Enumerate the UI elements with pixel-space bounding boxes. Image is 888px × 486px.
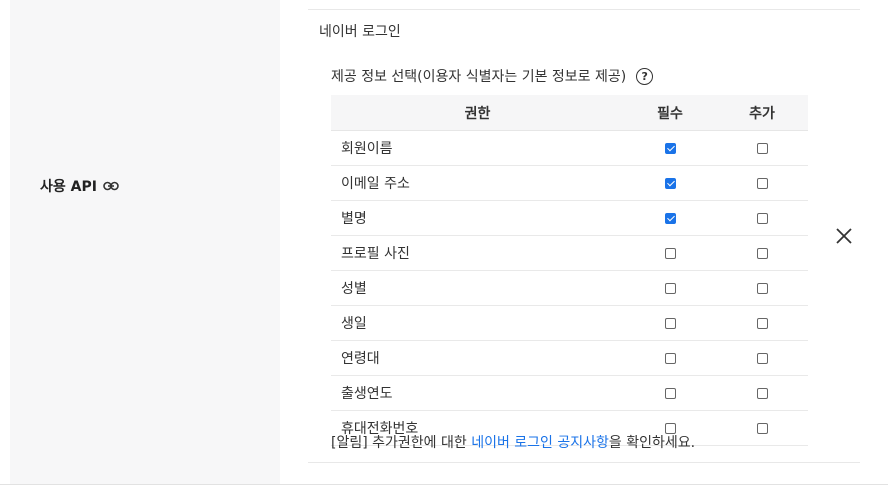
additional-cell: [716, 235, 808, 271]
bottom-divider: [0, 484, 888, 485]
additional-cell: [716, 200, 808, 236]
table-row: 회원이름: [331, 130, 808, 166]
permission-name: 별명: [331, 200, 624, 236]
required-checkbox[interactable]: [664, 352, 676, 364]
top-divider: [308, 9, 860, 10]
required-cell: [624, 200, 716, 236]
permission-name: 연령대: [331, 340, 624, 376]
additional-cell: [716, 270, 808, 306]
required-cell: [624, 235, 716, 271]
additional-cell: [716, 305, 808, 341]
table-row: 프로필 사진: [331, 235, 808, 271]
additional-checkbox[interactable]: [756, 352, 768, 364]
permission-name: 생일: [331, 305, 624, 341]
additional-cell: [716, 130, 808, 166]
additional-checkbox[interactable]: [756, 247, 768, 259]
close-icon[interactable]: [832, 224, 856, 248]
required-cell: [624, 130, 716, 166]
row-label-text: 사용 API: [40, 179, 97, 195]
required-cell: [624, 375, 716, 411]
table-row: 연령대: [331, 340, 808, 376]
required-checkbox[interactable]: [664, 142, 676, 154]
permission-name: 프로필 사진: [331, 235, 624, 271]
additional-checkbox[interactable]: [756, 422, 768, 434]
header-permission: 권한: [331, 95, 624, 131]
permission-name: 이메일 주소: [331, 165, 624, 201]
additional-checkbox[interactable]: [756, 387, 768, 399]
notice-suffix: 을 확인하세요.: [608, 435, 696, 451]
additional-cell: [716, 340, 808, 376]
table-row: 별명: [331, 200, 808, 236]
additional-checkbox[interactable]: [756, 282, 768, 294]
required-cell: [624, 305, 716, 341]
service-title: 네이버 로그인: [319, 24, 401, 40]
table-row: 생일: [331, 305, 808, 341]
table-header-row: 권한 필수 추가: [331, 95, 808, 131]
permission-table: 권한 필수 추가 회원이름 이메일 주소 별명 프로필 사진 성별 생일 연령대 출생연도 휴대…: [331, 95, 808, 446]
help-icon[interactable]: ?: [636, 67, 654, 85]
additional-cell: [716, 410, 808, 446]
additional-checkbox[interactable]: [756, 142, 768, 154]
additional-checkbox[interactable]: [756, 317, 768, 329]
row-label: 사용 API: [40, 176, 119, 196]
required-cell: [624, 165, 716, 201]
link-icon[interactable]: [103, 181, 119, 191]
required-checkbox[interactable]: [664, 247, 676, 259]
section-divider: [308, 462, 860, 463]
table-row: 이메일 주소: [331, 165, 808, 201]
required-checkbox[interactable]: [664, 282, 676, 294]
permission-name: 성별: [331, 270, 624, 306]
required-cell: [624, 270, 716, 306]
required-checkbox[interactable]: [664, 212, 676, 224]
notice-link[interactable]: 네이버 로그인 공지사항: [471, 435, 609, 451]
header-required: 필수: [624, 95, 716, 131]
permission-name: 출생연도: [331, 375, 624, 411]
required-checkbox[interactable]: [664, 387, 676, 399]
info-text: 제공 정보 선택(이용자 식별자는 기본 정보로 제공): [331, 69, 627, 85]
additional-cell: [716, 165, 808, 201]
required-checkbox[interactable]: [664, 317, 676, 329]
table-row: 출생연도: [331, 375, 808, 411]
notice-text: [알림] 추가권한에 대한 네이버 로그인 공지사항을 확인하세요.: [331, 432, 695, 452]
additional-checkbox[interactable]: [756, 177, 768, 189]
table-row: 성별: [331, 270, 808, 306]
required-checkbox[interactable]: [664, 177, 676, 189]
header-additional: 추가: [716, 95, 808, 131]
additional-checkbox[interactable]: [756, 212, 768, 224]
info-line: 제공 정보 선택(이용자 식별자는 기본 정보로 제공) ?: [331, 66, 654, 86]
permission-name: 회원이름: [331, 130, 624, 166]
notice-prefix: [알림] 추가권한에 대한: [331, 435, 472, 451]
additional-cell: [716, 375, 808, 411]
left-label-panel: [10, 0, 280, 484]
required-cell: [624, 340, 716, 376]
